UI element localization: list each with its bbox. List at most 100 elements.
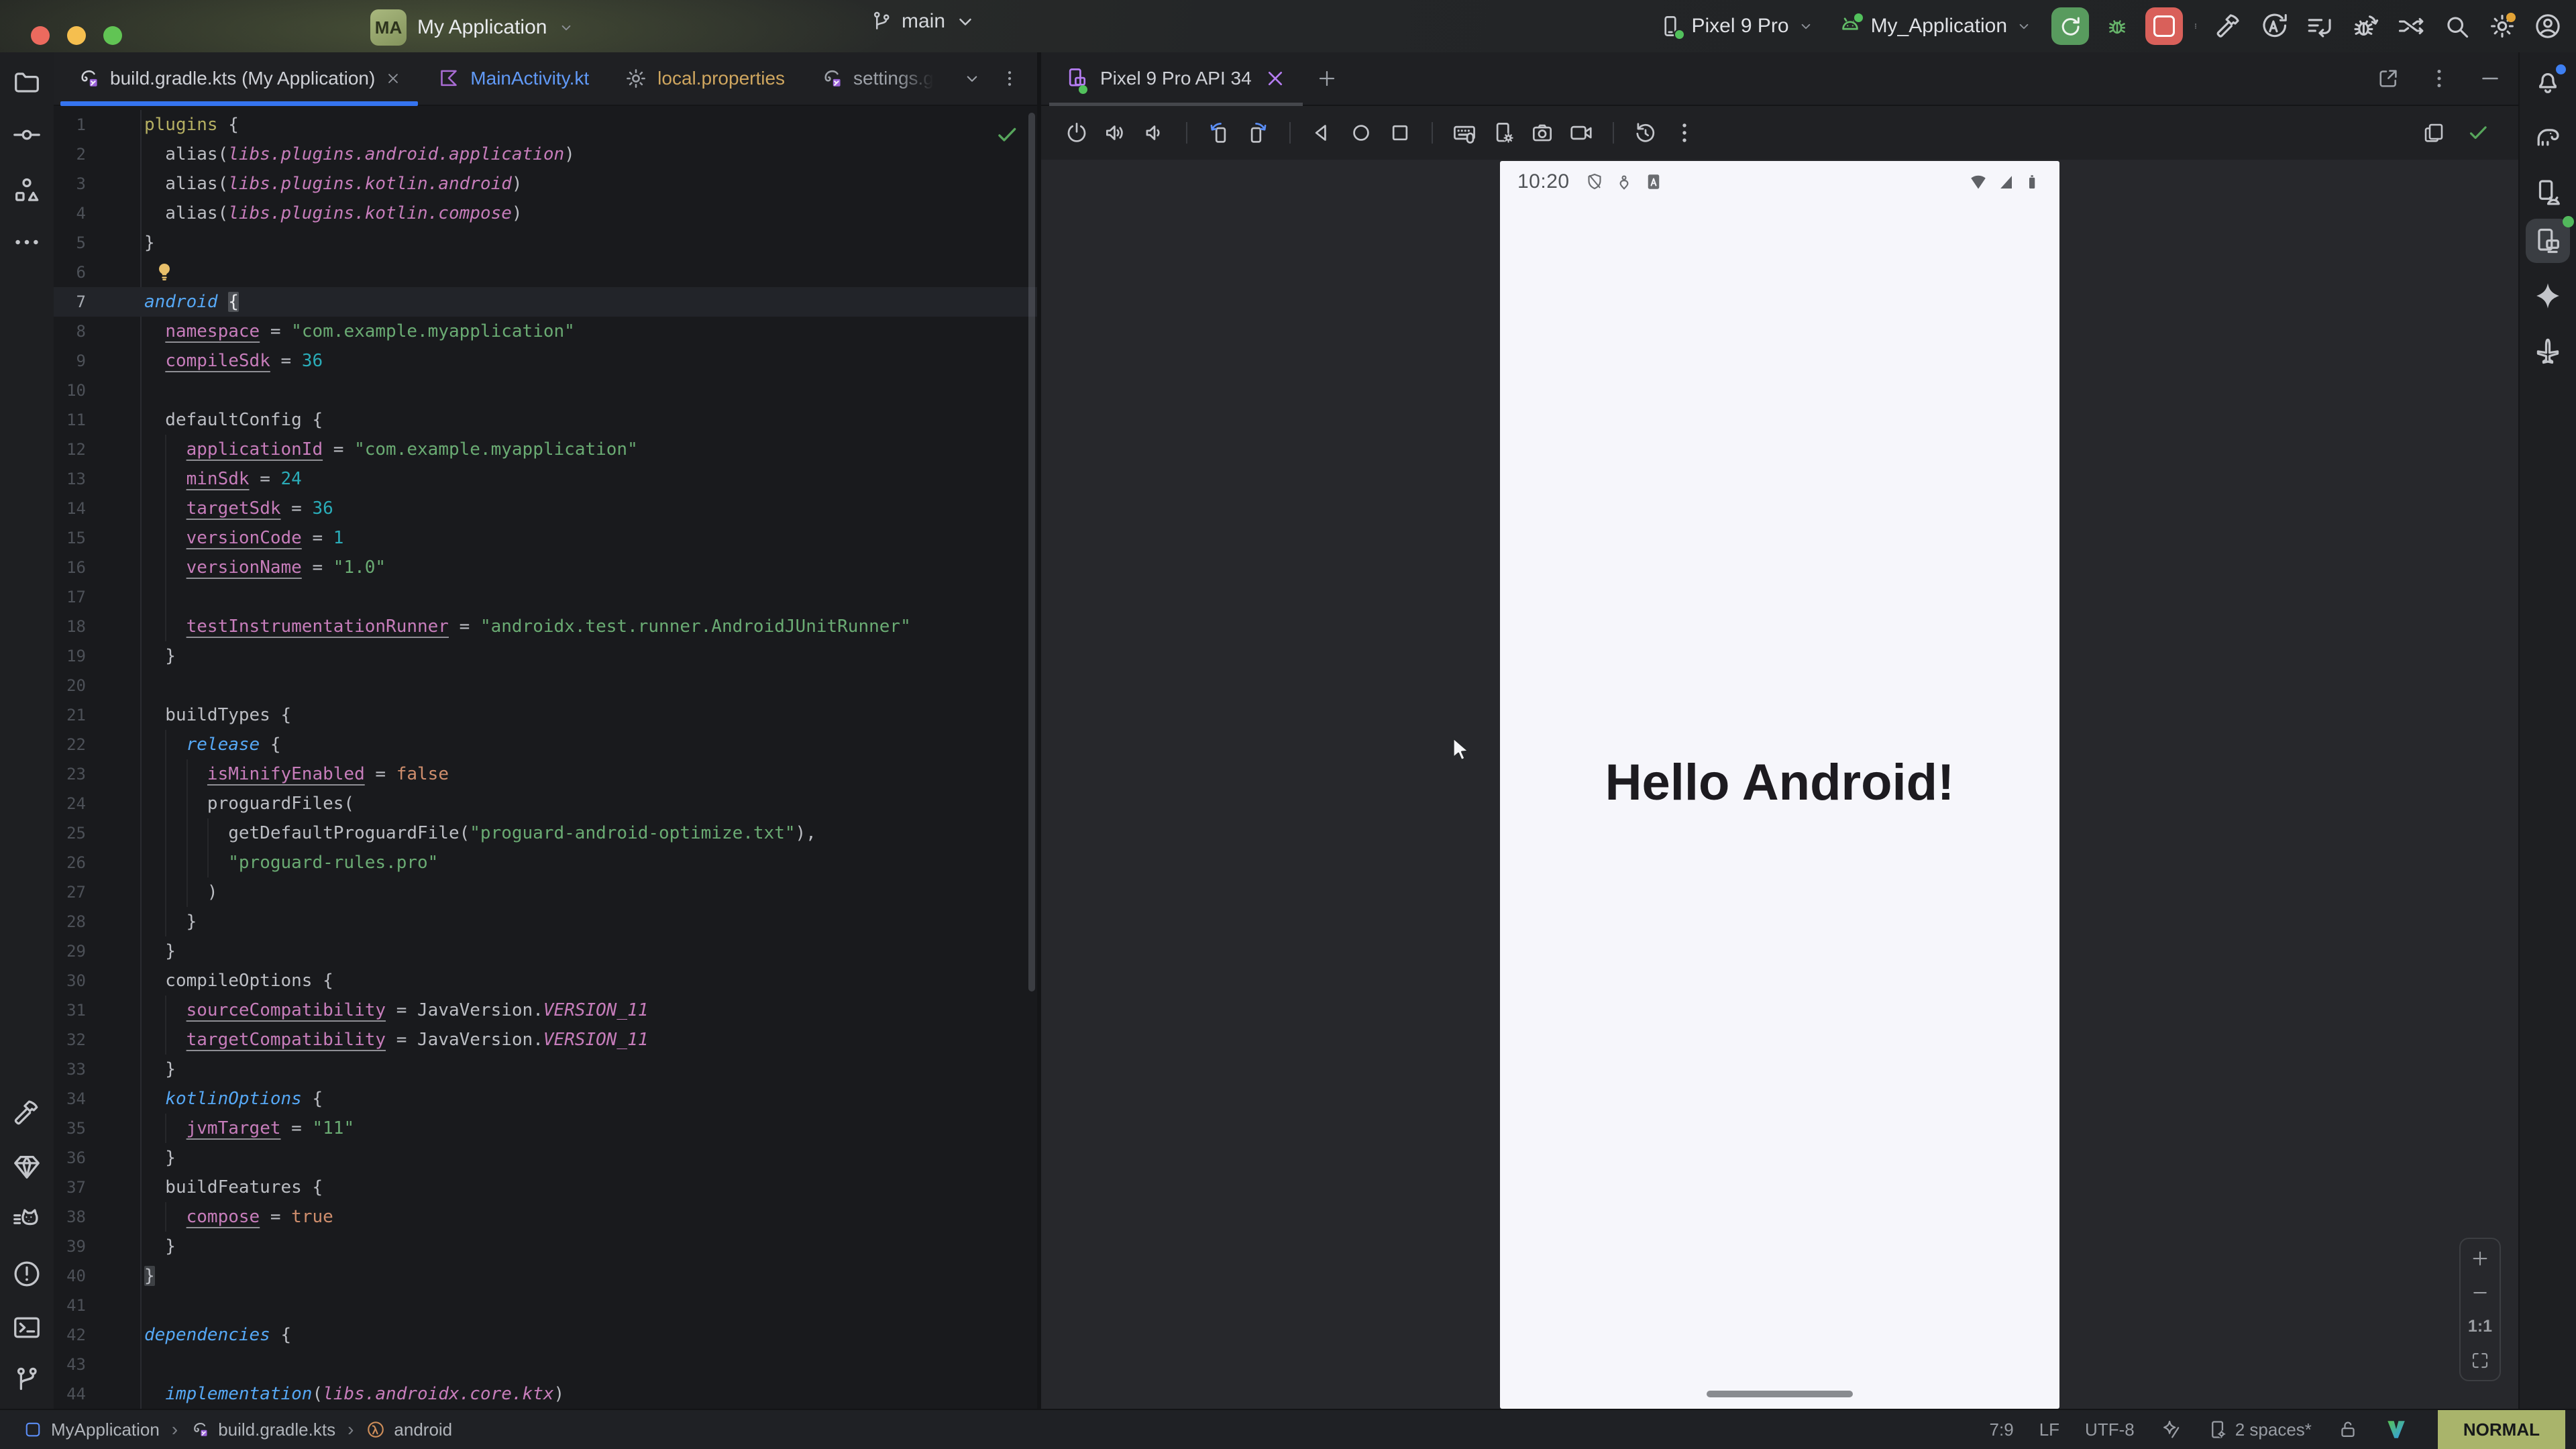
code-line-24[interactable]: 24 proguardFiles( bbox=[54, 789, 1037, 818]
code-line-33[interactable]: 33 } bbox=[54, 1055, 1037, 1084]
intention-bulb-icon[interactable] bbox=[153, 261, 176, 284]
code-line-38[interactable]: 38 compose = true bbox=[54, 1202, 1037, 1232]
sync-arrows-button[interactable] bbox=[2396, 11, 2426, 41]
breadcrumb-item-myapplication[interactable]: MyApplication bbox=[23, 1419, 160, 1440]
code-line-2[interactable]: 2 alias(libs.plugins.android.application… bbox=[54, 140, 1037, 169]
fit-screen-button[interactable] bbox=[2470, 1350, 2490, 1371]
window-zoom-button[interactable] bbox=[103, 26, 122, 45]
zoom-ratio-button[interactable]: 1:1 bbox=[2468, 1317, 2492, 1336]
profiler-button[interactable] bbox=[2351, 11, 2380, 41]
tool-window-app-inspection[interactable] bbox=[11, 1151, 42, 1182]
code-line-34[interactable]: 34 kotlinOptions { bbox=[54, 1084, 1037, 1114]
device-selector[interactable]: Pixel 9 Pro bbox=[1654, 7, 1818, 45]
branch-selector[interactable]: main bbox=[869, 9, 977, 34]
add-device-tab-button[interactable] bbox=[1304, 52, 1350, 105]
close-icon[interactable] bbox=[1263, 66, 1288, 91]
user-button[interactable] bbox=[2533, 11, 2563, 41]
code-line-16[interactable]: 16 versionName = "1.0" bbox=[54, 553, 1037, 582]
open-in-new-window-button[interactable] bbox=[2376, 66, 2400, 91]
code-editor[interactable]: 1plugins {2 alias(libs.plugins.android.a… bbox=[54, 106, 1037, 1410]
emulator-volume-up-button[interactable] bbox=[1103, 120, 1128, 146]
device-ready-button[interactable] bbox=[2466, 121, 2490, 145]
line-separator[interactable]: LF bbox=[2039, 1419, 2059, 1440]
code-line-27[interactable]: 27 ) bbox=[54, 877, 1037, 907]
code-line-37[interactable]: 37 buildFeatures { bbox=[54, 1173, 1037, 1202]
code-line-3[interactable]: 3 alias(libs.plugins.kotlin.android) bbox=[54, 169, 1037, 199]
code-line-39[interactable]: 39 } bbox=[54, 1232, 1037, 1261]
code-line-21[interactable]: 21 buildTypes { bbox=[54, 700, 1037, 730]
run-configuration-selector[interactable]: My_Application bbox=[1833, 7, 2037, 45]
copy-screen-button[interactable] bbox=[2422, 121, 2446, 145]
code-line-12[interactable]: 12 applicationId = "com.example.myapplic… bbox=[54, 435, 1037, 464]
settings-button[interactable] bbox=[2487, 11, 2517, 41]
code-line-23[interactable]: 23 isMinifyEnabled = false bbox=[54, 759, 1037, 789]
code-line-42[interactable]: 42dependencies { bbox=[54, 1320, 1037, 1350]
code-line-25[interactable]: 25 getDefaultProguardFile("proguard-andr… bbox=[54, 818, 1037, 848]
stop-button[interactable] bbox=[2145, 7, 2183, 45]
code-line-28[interactable]: 28 } bbox=[54, 907, 1037, 936]
code-line-4[interactable]: 4 alias(libs.plugins.kotlin.compose) bbox=[54, 199, 1037, 228]
tool-window-structure[interactable] bbox=[11, 174, 42, 205]
zoom-out-button[interactable] bbox=[2470, 1283, 2490, 1303]
tool-window-terminal[interactable] bbox=[11, 1312, 42, 1343]
project-selector[interactable]: MA My Application bbox=[370, 9, 575, 46]
code-line-36[interactable]: 36 } bbox=[54, 1143, 1037, 1173]
indent-setting[interactable]: 2 spaces* bbox=[2207, 1419, 2312, 1440]
code-line-11[interactable]: 11 defaultConfig { bbox=[54, 405, 1037, 435]
tool-window-device-manager[interactable] bbox=[2532, 177, 2563, 208]
panel-options-button[interactable] bbox=[2427, 66, 2451, 91]
code-line-9[interactable]: 9 compileSdk = 36 bbox=[54, 346, 1037, 376]
code-line-6[interactable]: 6 bbox=[54, 258, 1037, 287]
window-close-button[interactable] bbox=[31, 26, 50, 45]
editor-tab-settings-g[interactable]: settings.g bbox=[802, 52, 951, 105]
code-line-41[interactable]: 41 bbox=[54, 1291, 1037, 1320]
breadcrumb-item-build-gradle-kts[interactable]: build.gradle.kts bbox=[190, 1419, 335, 1440]
emulator-snapshot-button[interactable] bbox=[1633, 120, 1658, 146]
code-line-26[interactable]: 26 "proguard-rules.pro" bbox=[54, 848, 1037, 877]
breadcrumb-item-android[interactable]: android bbox=[366, 1419, 452, 1440]
emulator-keyboard-button[interactable] bbox=[1452, 120, 1477, 146]
build-hammer-button[interactable] bbox=[2214, 11, 2243, 41]
tool-window-notifications[interactable] bbox=[2532, 66, 2563, 97]
code-line-44[interactable]: 44 implementation(libs.androidx.core.ktx… bbox=[54, 1379, 1037, 1409]
emulator-device-settings-button[interactable] bbox=[1491, 120, 1516, 146]
lock-icon[interactable] bbox=[2337, 1419, 2359, 1440]
close-icon[interactable] bbox=[384, 70, 402, 87]
gesture-navigation-bar[interactable] bbox=[1707, 1391, 1853, 1397]
hide-panel-button[interactable] bbox=[2478, 66, 2502, 91]
ai-completion-icon[interactable] bbox=[2160, 1419, 2182, 1440]
tab-list-chevron[interactable] bbox=[962, 68, 982, 89]
tool-window-commit[interactable] bbox=[11, 119, 42, 150]
tool-window-gemini[interactable] bbox=[2532, 280, 2563, 311]
emulator-video-button[interactable] bbox=[1568, 120, 1594, 146]
caret-position[interactable]: 7:9 bbox=[1990, 1419, 2014, 1440]
code-line-30[interactable]: 30 compileOptions { bbox=[54, 966, 1037, 996]
tool-window-more-tool-windows[interactable] bbox=[11, 227, 42, 258]
code-line-19[interactable]: 19 } bbox=[54, 641, 1037, 671]
code-line-22[interactable]: 22 release { bbox=[54, 730, 1037, 759]
emulator-volume-down-button[interactable] bbox=[1142, 120, 1167, 146]
code-line-29[interactable]: 29 } bbox=[54, 936, 1037, 966]
device-tab-pixel-9-pro-api-34[interactable]: Pixel 9 Pro API 34 bbox=[1048, 52, 1304, 105]
code-line-7[interactable]: 7android { bbox=[54, 287, 1037, 317]
tool-window-project[interactable] bbox=[11, 67, 42, 98]
code-line-17[interactable]: 17 bbox=[54, 582, 1037, 612]
code-line-10[interactable]: 10 bbox=[54, 376, 1037, 405]
editor-tab-mainactivity-kt[interactable]: MainActivity.kt bbox=[419, 52, 606, 105]
tool-window-build[interactable] bbox=[11, 1097, 42, 1128]
emulator-power-button[interactable] bbox=[1064, 120, 1089, 146]
phone-screen[interactable]: 10:20 Hello Android! bbox=[1500, 161, 2059, 1409]
debug-bug-button[interactable] bbox=[2098, 7, 2136, 45]
emulator-nav-home-button[interactable] bbox=[1348, 120, 1374, 146]
window-minimize-button[interactable] bbox=[67, 26, 86, 45]
emulator-kebab-button[interactable] bbox=[1672, 120, 1697, 146]
apply-changes-button[interactable] bbox=[2305, 11, 2334, 41]
emulator-nav-back-button[interactable] bbox=[1309, 120, 1335, 146]
inspections-ok-icon[interactable] bbox=[994, 122, 1020, 148]
code-line-32[interactable]: 32 targetCompatibility = JavaVersion.VER… bbox=[54, 1025, 1037, 1055]
sync-alphabet-button[interactable] bbox=[2259, 11, 2289, 41]
code-line-40[interactable]: 40} bbox=[54, 1261, 1037, 1291]
emulator-rotate-left-button[interactable] bbox=[1206, 120, 1232, 146]
code-line-31[interactable]: 31 sourceCompatibility = JavaVersion.VER… bbox=[54, 996, 1037, 1025]
code-line-43[interactable]: 43 bbox=[54, 1350, 1037, 1379]
